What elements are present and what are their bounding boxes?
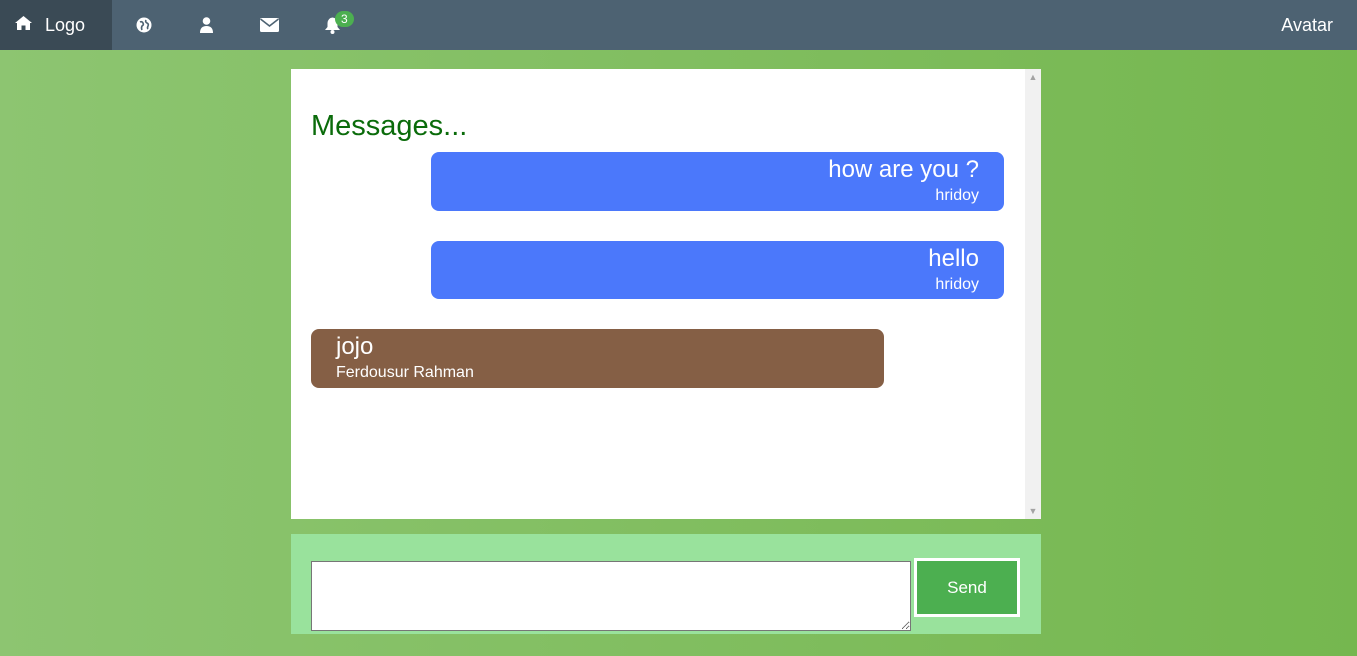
home-logo-link[interactable]: Logo <box>0 0 112 50</box>
avatar-link[interactable]: Avatar <box>1281 0 1357 50</box>
top-navbar: Logo 3 Avatar <box>0 0 1357 50</box>
message-composer: Send <box>291 534 1041 634</box>
message-text: jojo <box>336 333 374 360</box>
message-author: Ferdousur Rahman <box>336 364 474 381</box>
messages-title: Messages... <box>311 110 468 142</box>
message-text: hello <box>928 245 979 272</box>
message-text: how are you ? <box>828 156 979 183</box>
scroll-up-icon[interactable]: ▲ <box>1025 69 1041 85</box>
messages-panel: Messages... how are you ? hridoy hello h… <box>291 69 1041 519</box>
scroll-down-icon[interactable]: ▼ <box>1025 503 1041 519</box>
notifications-nav-link[interactable]: 3 <box>301 0 364 50</box>
send-button[interactable]: Send <box>914 558 1020 617</box>
logo-label: Logo <box>45 14 86 35</box>
user-icon <box>200 17 213 33</box>
message-input[interactable] <box>311 561 911 631</box>
message-bubble-received: jojo Ferdousur Rahman <box>311 329 884 388</box>
messages-scrollbar[interactable]: ▲ ▼ <box>1025 69 1041 519</box>
message-bubble-sent: how are you ? hridoy <box>431 152 1004 211</box>
envelope-icon <box>260 18 279 32</box>
profile-nav-link[interactable] <box>175 0 238 50</box>
globe-icon <box>136 17 152 33</box>
messages-nav-link[interactable] <box>238 0 301 50</box>
globe-nav-link[interactable] <box>112 0 175 50</box>
messages-list: Messages... how are you ? hridoy hello h… <box>291 69 1025 519</box>
message-bubble-sent: hello hridoy <box>431 241 1004 299</box>
message-author: hridoy <box>935 187 979 204</box>
message-author: hridoy <box>935 276 979 293</box>
home-icon <box>15 15 32 35</box>
notifications-badge: 3 <box>335 11 354 27</box>
